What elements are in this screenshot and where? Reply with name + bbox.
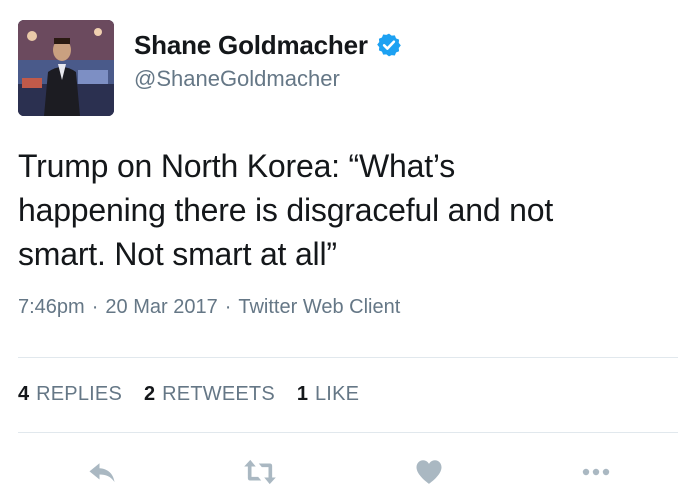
meta-separator: · (224, 296, 232, 318)
retweet-button[interactable] (240, 452, 280, 492)
likes-label: LIKE (314, 383, 360, 405)
tweet-stats: 4 REPLIES 2 RETWEETS 1 LIKE (18, 383, 381, 406)
retweet-icon (244, 459, 276, 485)
divider (18, 357, 678, 358)
tweet-card: Shane Goldmacher @ShaneGoldmacher Trump … (0, 0, 698, 504)
reply-icon (89, 463, 115, 482)
retweets-count: 2 (144, 383, 156, 405)
likes-stat[interactable]: 1 LIKE (297, 383, 359, 406)
retweets-stat[interactable]: 2 RETWEETS (144, 383, 275, 406)
replies-label: REPLIES (36, 383, 123, 405)
tweet-header: Shane Goldmacher @ShaneGoldmacher (18, 20, 678, 116)
tweet-actions (0, 452, 698, 492)
more-icon (582, 468, 610, 476)
display-name-row: Shane Goldmacher (134, 28, 402, 62)
avatar[interactable] (18, 20, 114, 116)
author-handle[interactable]: @ShaneGoldmacher (134, 66, 402, 92)
divider (18, 432, 678, 433)
tweet-meta: 7:46pm · 20 Mar 2017 · Twitter Web Clien… (18, 296, 400, 319)
tweet-text: Trump on North Korea: “What’s happening … (18, 148, 554, 272)
retweets-label: RETWEETS (162, 383, 275, 405)
tweet-time[interactable]: 7:46pm (18, 296, 85, 319)
likes-count: 1 (296, 383, 308, 405)
verified-badge-icon (376, 32, 402, 58)
tweet-source[interactable]: Twitter Web Client (238, 296, 400, 319)
heart-icon (416, 460, 442, 484)
avatar-photo-icon (18, 20, 114, 116)
reply-button[interactable] (82, 452, 122, 492)
author-names: Shane Goldmacher @ShaneGoldmacher (134, 28, 402, 92)
meta-separator: · (91, 296, 99, 318)
tweet-date[interactable]: 20 Mar 2017 (105, 296, 217, 319)
replies-stat[interactable]: 4 REPLIES (18, 383, 122, 406)
like-button[interactable] (409, 452, 449, 492)
replies-count: 4 (18, 383, 30, 405)
more-button[interactable] (576, 452, 616, 492)
author-display-name[interactable]: Shane Goldmacher (134, 30, 368, 61)
